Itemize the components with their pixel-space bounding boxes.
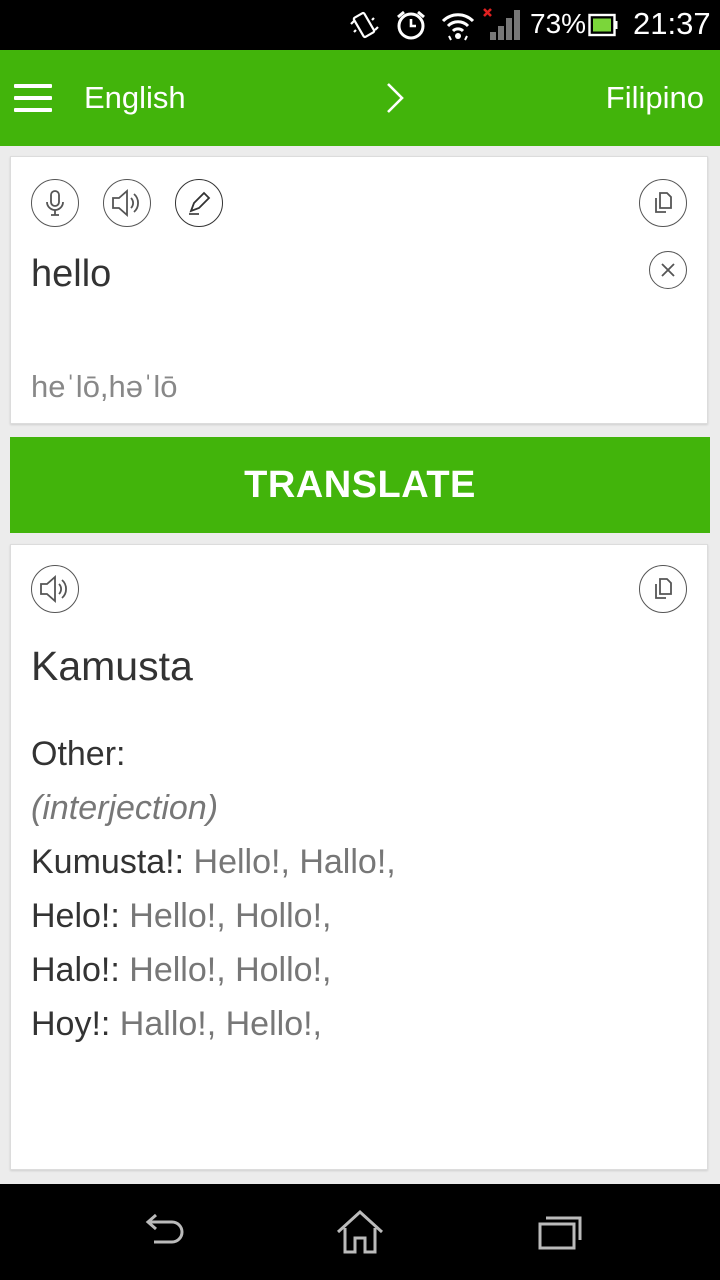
status-bar: 73% 21:37: [0, 0, 720, 50]
speaker-icon[interactable]: [103, 179, 151, 227]
target-language[interactable]: Filipino: [606, 80, 704, 116]
app-bar: English Filipino: [0, 50, 720, 146]
clear-icon[interactable]: [649, 251, 687, 289]
source-language[interactable]: English: [84, 80, 186, 116]
phonetic-text: heˈlō,həˈlō: [31, 369, 178, 404]
translate-button[interactable]: TRANSLATE: [10, 437, 710, 533]
copy-icon[interactable]: [639, 179, 687, 227]
other-label: Other:: [31, 735, 126, 773]
list-item: Helo!: Hello!, Hollo!,: [31, 897, 331, 936]
alternative-translations: Hello!, Hallo!,: [184, 843, 396, 881]
home-icon[interactable]: [330, 1204, 390, 1260]
output-card: Kamusta Other: (interjection) Kumusta!: …: [10, 544, 708, 1170]
clock: 21:37: [633, 6, 711, 41]
alternative-word[interactable]: Helo!:: [31, 897, 120, 935]
input-card: hello heˈlō,həˈlō: [10, 156, 708, 424]
input-text[interactable]: hello: [31, 253, 111, 296]
alternative-word[interactable]: Halo!:: [31, 951, 120, 989]
battery-percent: 73%: [530, 8, 587, 39]
copy-icon[interactable]: [639, 565, 687, 613]
alarm-icon: [397, 10, 425, 40]
alternative-translations: Hallo!, Hello!,: [110, 1005, 322, 1043]
pen-icon[interactable]: [175, 179, 223, 227]
recent-apps-icon[interactable]: [528, 1204, 588, 1260]
back-icon[interactable]: [132, 1204, 192, 1260]
list-item: Hoy!: Hallo!, Hello!,: [31, 1005, 322, 1044]
alternative-translations: Hello!, Hollo!,: [119, 897, 332, 935]
list-item: Halo!: Hello!, Hollo!,: [31, 951, 331, 990]
battery-icon: [588, 13, 618, 37]
alternative-word[interactable]: Kumusta!:: [31, 843, 184, 881]
speaker-icon[interactable]: [31, 565, 79, 613]
part-of-speech: (interjection): [31, 789, 219, 827]
wifi-icon: [441, 13, 475, 41]
alternative-translations: Hello!, Hollo!,: [119, 951, 332, 989]
navigation-bar: [0, 1184, 720, 1280]
chevron-right-icon[interactable]: [380, 80, 410, 116]
translation-text: Kamusta: [31, 643, 193, 689]
signal-icon: [483, 8, 520, 40]
vibrate-icon: [350, 11, 379, 39]
list-item: Kumusta!: Hello!, Hallo!,: [31, 843, 396, 882]
alternative-word[interactable]: Hoy!:: [31, 1005, 110, 1043]
menu-icon[interactable]: [14, 84, 52, 112]
microphone-icon[interactable]: [31, 179, 79, 227]
